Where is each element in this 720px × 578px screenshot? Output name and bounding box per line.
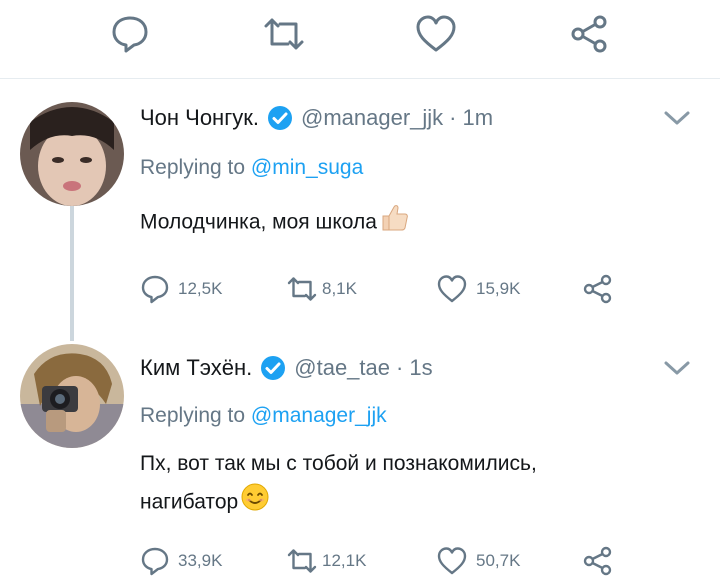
like-icon	[437, 547, 467, 575]
reply-icon	[141, 547, 169, 576]
replying-to-label: Replying to	[140, 156, 251, 179]
reply-count: 12,5K	[178, 279, 223, 298]
retweet-icon	[287, 549, 317, 573]
verified-badge-icon	[260, 355, 286, 381]
reply-icon[interactable]	[106, 10, 154, 58]
share-icon	[583, 274, 612, 304]
tweet-text: Молодчинка, моя школа	[140, 202, 680, 244]
retweet-icon[interactable]	[260, 10, 308, 58]
replying-to: Replying to @min_suga	[140, 156, 363, 180]
like-button[interactable]: 50,7K	[436, 544, 520, 578]
tweet-text-line: нагибатор	[140, 490, 239, 514]
replying-to-label: Replying to	[140, 404, 251, 427]
timestamp[interactable]: 1s	[409, 355, 432, 381]
reply-button[interactable]: 12,5K	[140, 272, 222, 306]
retweet-count: 8,1K	[322, 279, 357, 298]
reply-count: 33,9K	[178, 551, 223, 570]
separator: ·	[449, 105, 457, 130]
avatar[interactable]	[20, 102, 124, 206]
tweet-text: Пх, вот так мы с тобой и познакомились, …	[140, 446, 680, 524]
divider	[0, 78, 720, 79]
username[interactable]: @manager_jjk	[301, 105, 443, 131]
mention-link[interactable]: @min_suga	[251, 156, 363, 179]
tweet-stats: 12,5K 8,1K 15,9K	[140, 272, 700, 306]
avatar[interactable]	[20, 344, 124, 448]
like-icon	[437, 275, 467, 303]
like-count: 50,7K	[476, 551, 521, 570]
tweet-header: Ким Тэхён. @tae_tae · 1s	[140, 352, 433, 384]
timestamp[interactable]: 1m	[463, 105, 494, 131]
mention-link[interactable]: @manager_jjk	[251, 404, 387, 427]
chevron-down-icon[interactable]	[662, 106, 692, 130]
share-icon[interactable]	[566, 10, 614, 58]
share-icon	[583, 546, 612, 576]
share-button[interactable]	[582, 272, 614, 306]
retweet-count: 12,1K	[322, 551, 367, 570]
retweet-button[interactable]: 8,1K	[286, 272, 357, 306]
tweet-action-bar	[0, 0, 720, 78]
thumbs-up-icon	[379, 202, 409, 244]
like-button[interactable]: 15,9K	[436, 272, 520, 306]
retweet-button[interactable]: 12,1K	[286, 544, 366, 578]
tweet-text-line: Молодчинка, моя школа	[140, 210, 377, 234]
smiling-face-icon	[240, 482, 270, 524]
display-name[interactable]: Чон Чонгук.	[140, 105, 259, 131]
reply-button[interactable]: 33,9K	[140, 544, 222, 578]
like-count: 15,9K	[476, 279, 521, 298]
tweet-header: Чон Чонгук. @manager_jjk · 1m	[140, 102, 493, 134]
username[interactable]: @tae_tae	[294, 355, 390, 381]
reply-icon	[141, 275, 169, 304]
tweet-stats: 33,9K 12,1K 50,7K	[140, 544, 700, 578]
display-name[interactable]: Ким Тэхён.	[140, 355, 252, 381]
verified-badge-icon	[267, 105, 293, 131]
separator: ·	[396, 355, 404, 380]
share-button[interactable]	[582, 544, 614, 578]
thread-connector	[70, 205, 74, 341]
replying-to: Replying to @manager_jjk	[140, 404, 387, 428]
chevron-down-icon[interactable]	[662, 356, 692, 380]
like-icon[interactable]	[412, 10, 460, 58]
tweet-text-line: Пх, вот так мы с тобой и познакомились,	[140, 452, 537, 475]
tweet-text-line-2: нагибатор	[140, 482, 680, 524]
retweet-icon	[287, 277, 317, 301]
